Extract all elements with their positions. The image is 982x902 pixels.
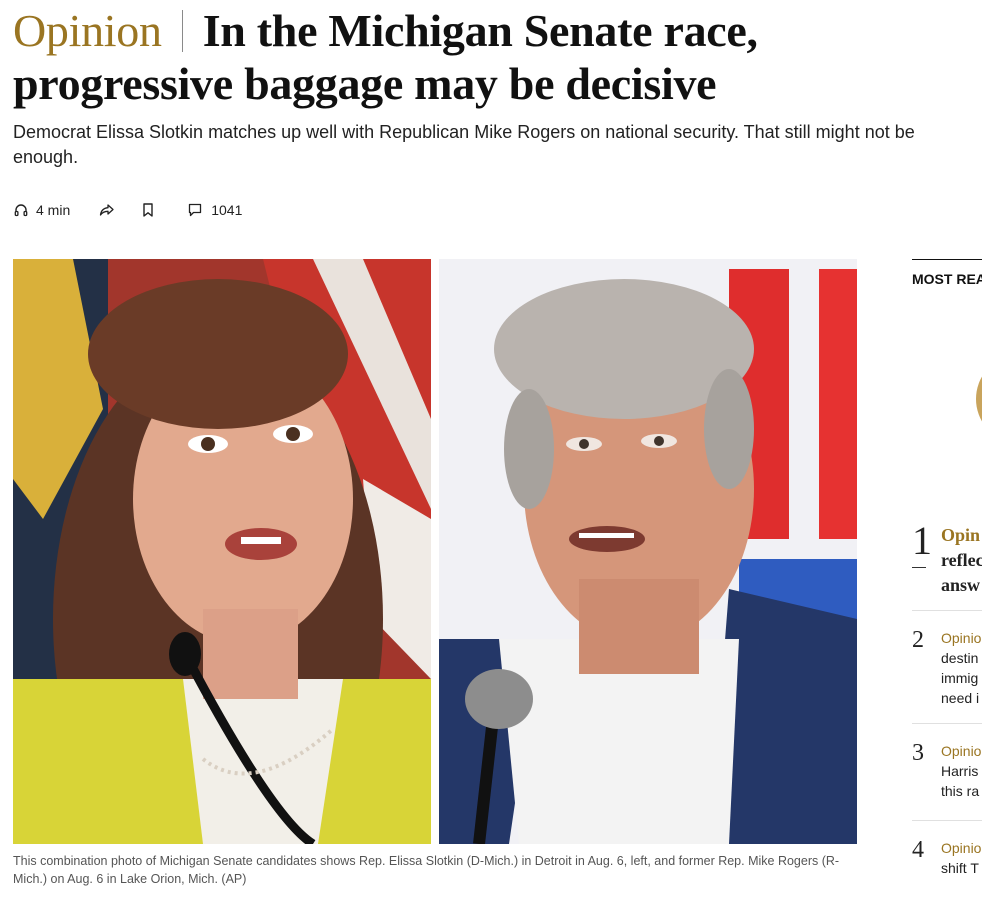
article-actions: 4 min 1041 (13, 199, 242, 221)
headphones-icon (13, 202, 29, 218)
share-arrow-icon (98, 202, 115, 218)
most-read-title: MOST REA (912, 271, 982, 287)
item-kicker: Opinio (941, 630, 982, 646)
item-divider (912, 610, 982, 611)
item-headline-line: answ (941, 575, 981, 595)
most-read-thumbnail[interactable] (976, 359, 982, 439)
rank-number: 1 (912, 518, 932, 563)
item-headline-line: need i (941, 690, 980, 706)
rank-number: 3 (912, 740, 924, 766)
most-read-sidebar: MOST REA 1 Opin reflec answ 2 Opinio des… (912, 259, 982, 902)
comments-count: 1041 (211, 202, 243, 218)
most-read-item-text: Opinio shift T (941, 838, 982, 878)
headline-line-2: progressive baggage may be decisive (13, 58, 717, 109)
headline-line-1: In the Michigan Senate race, (202, 5, 758, 56)
item-kicker: Opinio (941, 743, 982, 759)
sidebar-top-rule (912, 259, 982, 260)
slotkin-photo (13, 259, 431, 844)
bookmark-button[interactable] (141, 202, 155, 218)
item-kicker: Opin (941, 525, 981, 545)
headline: Opinion In the Michigan Senate race, prog… (13, 4, 973, 110)
bookmark-icon (141, 202, 155, 218)
opinion-kicker[interactable]: Opinion (13, 5, 162, 56)
photo-caption: This combination photo of Michigan Senat… (13, 854, 840, 886)
rank-underline (912, 567, 926, 568)
rank-number: 2 (912, 627, 924, 653)
item-headline-line: Harris (941, 763, 979, 779)
share-button[interactable] (98, 202, 115, 218)
listen-button[interactable]: 4 min (13, 202, 70, 218)
most-read-item-text: Opinio destin immig need i (941, 628, 982, 708)
rank-number: 4 (912, 837, 924, 863)
most-read-item-text: Opinio Harris this ra (941, 741, 982, 801)
article-dek: Democrat Elissa Slotkin matches up well … (13, 122, 915, 167)
item-kicker: Opinio (941, 840, 982, 856)
most-read-item-text: Opin reflec answ (941, 523, 982, 598)
comments-button[interactable]: 1041 (179, 202, 242, 218)
item-headline-line: destin (941, 650, 979, 666)
item-headline-line: shift T (941, 860, 979, 876)
kicker-divider (181, 10, 183, 52)
item-divider (912, 820, 982, 821)
item-headline-line: immig (941, 670, 979, 686)
listen-time: 4 min (36, 202, 71, 218)
comment-bubble-icon (187, 202, 203, 218)
rogers-photo (439, 259, 857, 844)
item-headline-line: reflec (941, 550, 982, 570)
item-divider (912, 723, 982, 724)
item-headline-line: this ra (941, 783, 980, 799)
